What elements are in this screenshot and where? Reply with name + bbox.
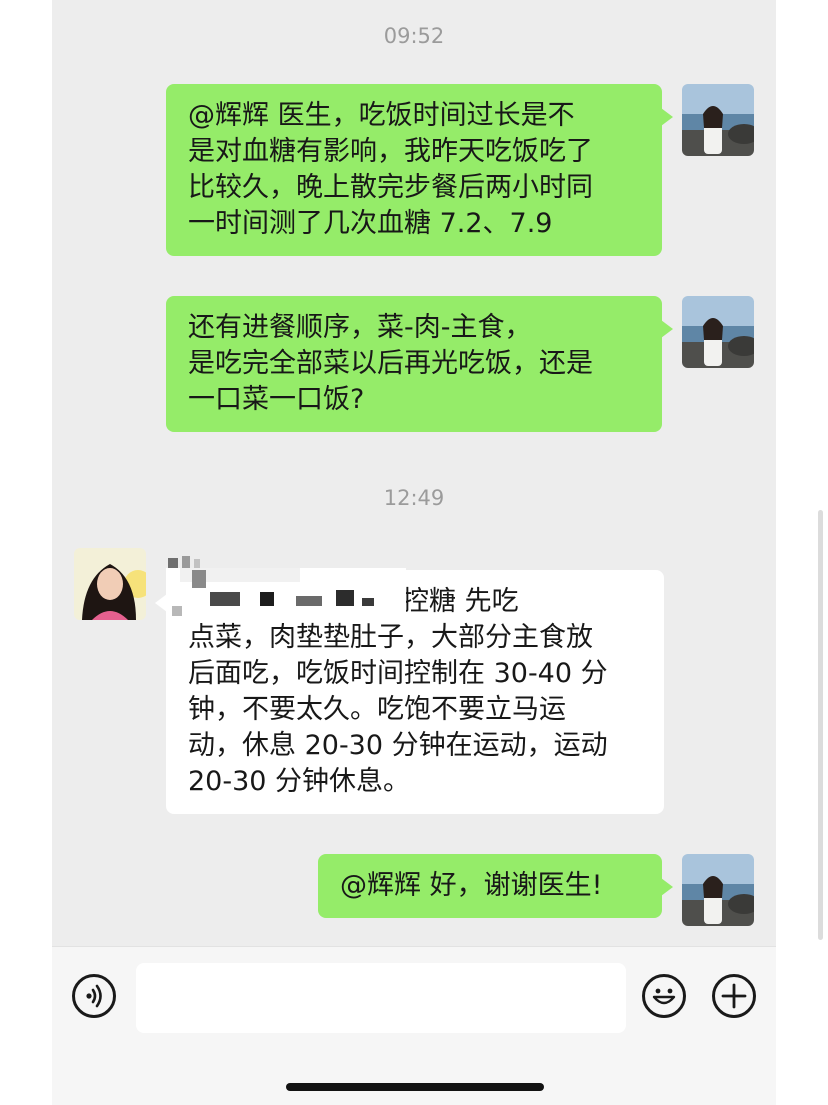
- message-line: 动，休息 20-30 分钟在运动，运动: [188, 730, 608, 761]
- message-line: 点菜，肉垫垫肚子，大部分主食放: [188, 622, 593, 653]
- emoji-icon: [652, 988, 676, 1005]
- outgoing-message-bubble[interactable]: @辉辉 医生，吃饭时间过长是不 是对血糖有影响，我昨天吃饭吃了 比较久，晚上散完…: [166, 84, 673, 256]
- message-line: 钟，不要太久。吃饱不要立马运: [188, 694, 566, 725]
- outgoing-message-bubble[interactable]: 还有进餐顺序，菜-肉-主食， 是吃完全部菜以后再光吃饭，还是 一口菜一口饭?: [166, 296, 673, 432]
- timestamp: 12:49: [383, 486, 445, 510]
- message-line: 是对血糖有影响，我昨天吃饭吃了: [188, 136, 593, 167]
- avatar-photo: [682, 84, 754, 156]
- message-line: 还有进餐顺序，菜-肉-主食，: [188, 312, 532, 343]
- message-line: 一时间测了几次血糖 7.2、7.9: [188, 208, 553, 239]
- my-avatar[interactable]: [682, 854, 754, 926]
- message-line: 一口菜一口饭?: [188, 384, 365, 415]
- message-line: 后面吃，吃饭时间控制在 30-40 分: [188, 658, 608, 689]
- my-avatar[interactable]: [682, 296, 754, 368]
- message-list[interactable]: 09:52 @辉辉 医生，吃饭时间过长是不 是对血糖有影响，我昨天吃饭吃了 比较…: [52, 0, 776, 946]
- voice-button[interactable]: [72, 974, 116, 1018]
- doctor-avatar[interactable]: [74, 548, 146, 620]
- message-line: 是吃完全部菜以后再光吃饭，还是: [188, 348, 593, 379]
- timestamp: 09:52: [383, 24, 445, 48]
- message-line: @辉辉 好，谢谢医生!: [340, 870, 603, 901]
- message-input[interactable]: [136, 963, 626, 1033]
- bubble-tail: [661, 320, 673, 338]
- bubble-tail: [661, 108, 673, 126]
- bubble-tail: [661, 878, 673, 896]
- avatar-photo: [74, 548, 146, 620]
- scrollbar[interactable]: [818, 510, 823, 940]
- message-line: 比较久，晚上散完步餐后两小时同: [188, 172, 593, 203]
- message-line: 20-30 分钟休息。: [188, 766, 411, 797]
- avatar-photo: [682, 854, 754, 926]
- message-line: @辉辉 医生，吃饭时间过长是不: [188, 100, 575, 131]
- home-indicator[interactable]: [286, 1083, 544, 1091]
- avatar-photo: [682, 296, 754, 368]
- more-button[interactable]: [712, 974, 756, 1018]
- chat-window: 09:52 @辉辉 医生，吃饭时间过长是不 是对血糖有影响，我昨天吃饭吃了 比较…: [52, 0, 823, 1104]
- redaction-mosaic: [166, 568, 406, 622]
- emoji-button[interactable]: [642, 974, 686, 1018]
- message-line: 控糖 先吃: [166, 568, 644, 622]
- my-avatar[interactable]: [682, 84, 754, 156]
- outgoing-message-bubble[interactable]: @辉辉 好，谢谢医生!: [318, 854, 673, 918]
- input-bar: [52, 946, 776, 1105]
- plus-icon: [721, 983, 747, 1009]
- voice-icon: [86, 984, 102, 1008]
- incoming-message-bubble[interactable]: 控糖 先吃 点菜，肉垫垫肚子，大部分主食放 后面吃，吃饭时间控制在 30-40 …: [155, 568, 664, 814]
